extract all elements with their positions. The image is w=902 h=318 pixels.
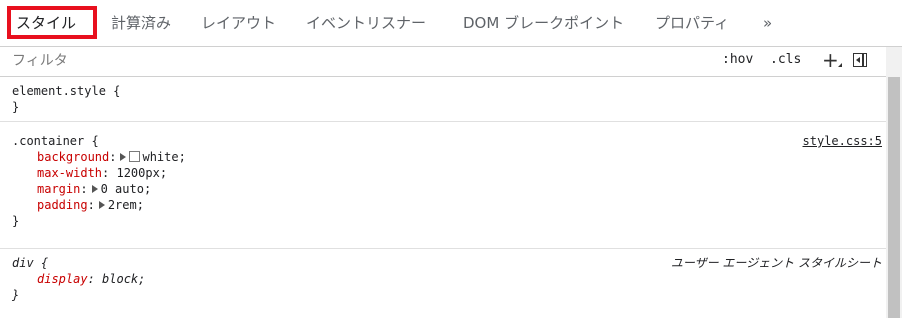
declaration-max-width[interactable]: max-width: 1200px;: [12, 165, 886, 181]
more-tabs-button[interactable]: »: [763, 8, 772, 38]
tab-event-listeners[interactable]: イベントリスナー: [306, 8, 426, 38]
tab-dom-breakpoints[interactable]: DOM ブレークポイント: [463, 8, 624, 38]
div-user-agent-rule[interactable]: div { ユーザー エージェント スタイルシート display: block…: [0, 249, 886, 318]
property-value[interactable]: 0 auto;: [101, 182, 152, 196]
styles-pane: element.style { } .container { style.css…: [0, 77, 886, 318]
property-name: display: [37, 272, 88, 286]
rule-close-brace: }: [12, 214, 20, 228]
cls-toggle-button[interactable]: .cls: [770, 52, 801, 67]
property-value[interactable]: 1200px;: [116, 166, 167, 180]
rule-close-brace: }: [12, 100, 20, 114]
container-rule[interactable]: .container { style.css:5 background: whit…: [0, 122, 886, 249]
property-value: block;: [102, 272, 146, 286]
expand-arrow-icon[interactable]: [98, 201, 105, 209]
element-style-rule[interactable]: element.style { }: [0, 77, 886, 122]
hov-toggle-button[interactable]: :hov: [722, 52, 753, 67]
filter-input[interactable]: [12, 50, 702, 72]
vertical-scrollbar[interactable]: [886, 47, 902, 318]
panel-tab-bar: スタイル 計算済み レイアウト イベントリスナー DOM ブレークポイント プロ…: [0, 0, 902, 47]
rule-close-brace: }: [12, 288, 20, 302]
property-name[interactable]: padding: [37, 198, 88, 212]
toggle-sidebar-icon[interactable]: [853, 53, 867, 67]
new-style-rule-button[interactable]: +: [822, 48, 839, 72]
color-swatch-icon[interactable]: [129, 151, 141, 162]
tab-styles[interactable]: スタイル: [16, 8, 76, 38]
user-agent-stylesheet-label: ユーザー エージェント スタイルシート: [670, 256, 882, 270]
rule-selector[interactable]: .container {: [12, 133, 886, 149]
property-name[interactable]: max-width: [37, 166, 102, 180]
filter-bar: :hov .cls +: [0, 47, 886, 77]
plus-menu-corner-icon: [838, 63, 842, 67]
declaration-display: display: block;: [37, 272, 146, 286]
rule-selector[interactable]: element.style {: [12, 83, 886, 99]
property-name[interactable]: background: [37, 150, 109, 164]
property-name[interactable]: margin: [37, 182, 80, 196]
scrollbar-thumb[interactable]: [888, 77, 900, 318]
declaration-padding[interactable]: padding: 2rem;: [12, 197, 886, 213]
tab-properties[interactable]: プロパティ: [655, 8, 729, 38]
tab-layout[interactable]: レイアウト: [201, 8, 276, 38]
tab-computed[interactable]: 計算済み: [111, 8, 171, 38]
expand-arrow-icon[interactable]: [91, 185, 98, 193]
expand-arrow-icon[interactable]: [120, 153, 127, 161]
property-value[interactable]: white;: [142, 150, 185, 164]
property-value[interactable]: 2rem;: [108, 198, 144, 212]
declaration-background[interactable]: background: white;: [12, 149, 886, 165]
source-link[interactable]: style.css:5: [803, 133, 882, 149]
declaration-margin[interactable]: margin: 0 auto;: [12, 181, 886, 197]
